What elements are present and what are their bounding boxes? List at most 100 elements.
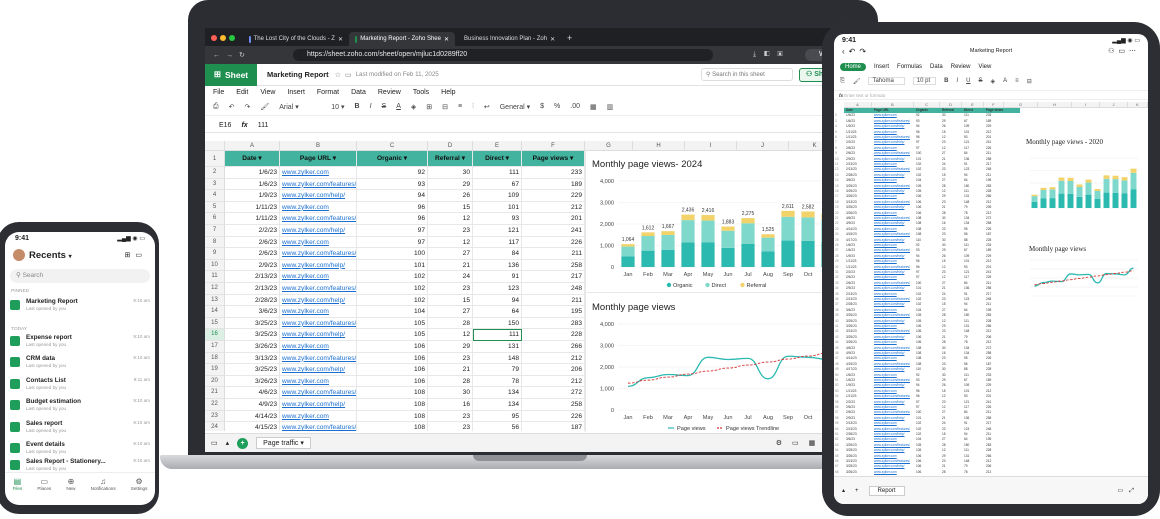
page-url-link[interactable]: www.zylker.com <box>282 169 329 176</box>
table-cell[interactable]: 212 <box>522 375 585 388</box>
bar-segment[interactable] <box>1121 193 1128 209</box>
list-item[interactable]: Expense report Last opened by you 9:10 am <box>10 334 150 356</box>
bar-segment[interactable] <box>801 217 815 241</box>
close-icon[interactable]: ✕ <box>550 36 555 43</box>
paint-format-icon[interactable]: 🖌 <box>260 103 269 111</box>
tab-insert[interactable]: Insert <box>874 64 889 70</box>
bar-chart[interactable]: Monthly page views- 2024 0 1,000 2,000 3,000… <box>586 151 861 291</box>
column-header[interactable]: D <box>428 141 473 151</box>
table-cell[interactable]: 4/9/23 <box>225 399 280 411</box>
row-header[interactable]: 18 <box>205 352 225 365</box>
bar-segment[interactable] <box>661 250 675 267</box>
table-cell[interactable]: 1/6/23 <box>225 167 280 179</box>
table-cell[interactable]: 91 <box>473 271 522 283</box>
row-header[interactable]: 68 <box>835 470 839 475</box>
table-cell[interactable]: 2/28/23 <box>225 294 280 307</box>
page-url-link[interactable]: www.zylker.com/help/ <box>282 401 345 408</box>
back-undo-icon[interactable]: ‹↶↷ <box>842 47 870 56</box>
tab-view[interactable]: View <box>978 64 991 70</box>
page-url-link[interactable]: www.zylker.com/features/ <box>282 320 356 327</box>
tablet-actions-icon[interactable]: ⚇▭⋯ <box>1108 47 1140 55</box>
bar-segment[interactable] <box>1094 199 1101 208</box>
bar-segment[interactable] <box>761 251 775 267</box>
table-cell[interactable]: 212 <box>522 201 585 214</box>
close-icon[interactable]: ✕ <box>338 36 343 43</box>
table-cell[interactable]: www.zylker.com <box>280 410 357 423</box>
nav-places[interactable]: ▭ Places <box>37 477 51 505</box>
column-header[interactable]: B <box>280 141 357 151</box>
table-header-cell[interactable]: Date ▾ <box>225 151 280 167</box>
table-cell[interactable]: 101 <box>473 201 522 214</box>
url-field[interactable]: https://sheet.zoho.com/sheet/open/mjluc1… <box>293 49 713 61</box>
row-header[interactable]: 1 <box>205 151 225 167</box>
row-header[interactable]: 21 <box>205 387 225 399</box>
table-cell[interactable]: 258 <box>522 259 585 272</box>
bar-segment[interactable] <box>621 256 635 267</box>
table-cell[interactable]: 23 <box>428 352 473 365</box>
table-cell[interactable]: 212 <box>522 352 585 365</box>
sheets-menu-icon[interactable]: ▴ <box>842 487 845 494</box>
star-icon[interactable]: ☆ <box>335 71 341 79</box>
borders-icon[interactable]: ⊞ <box>426 103 432 111</box>
page-url-link[interactable]: www.zylker.com <box>282 378 329 385</box>
table-cell[interactable]: 3/26/23 <box>225 375 280 388</box>
page-url-link[interactable]: www.zylker.com/features/ <box>282 250 356 257</box>
table-cell[interactable]: 23 <box>428 422 473 431</box>
list-item[interactable]: Marketing Report Last opened by you 9:10 a… <box>10 298 150 320</box>
strike-icon[interactable]: S <box>382 103 387 110</box>
table-cell[interactable]: 92 <box>357 167 428 179</box>
app-logo[interactable]: ⊞ Sheet <box>205 63 257 86</box>
table-cell[interactable]: 29 <box>428 341 473 353</box>
table-cell[interactable]: 106 <box>916 470 921 475</box>
bar-segment[interactable] <box>1067 177 1074 181</box>
underline-icon[interactable]: U <box>966 78 970 84</box>
page-url-link[interactable]: www.zylker.com/features/ <box>282 181 356 188</box>
table-cell[interactable]: 78 <box>473 375 522 388</box>
table-cell[interactable]: 258 <box>522 399 585 411</box>
table-cell[interactable]: www.zylker.com <box>280 201 357 214</box>
percent-icon[interactable]: % <box>554 103 560 110</box>
table-cell[interactable]: 217 <box>522 271 585 283</box>
table-cell[interactable]: www.zylker.com/features/ <box>280 317 357 330</box>
table-cell[interactable]: 94 <box>357 190 428 202</box>
row-header[interactable]: 8 <box>205 236 225 249</box>
font-color-icon[interactable]: A <box>1003 78 1007 84</box>
table-header-cell[interactable]: Page views ▾ <box>522 151 585 167</box>
table-header-cell[interactable]: Referral ▾ <box>428 151 473 167</box>
table-cell[interactable]: 3/26/23 <box>225 341 280 353</box>
column-header[interactable]: G <box>585 141 633 151</box>
nav-settings[interactable]: ⚙ Settings <box>131 477 148 505</box>
table-cell[interactable]: 2/13/23 <box>225 283 280 295</box>
browser-tab-active[interactable]: Marketing Report - Zoho Shee ✕ <box>349 32 455 46</box>
row-header[interactable]: 17 <box>205 341 225 353</box>
row-header[interactable]: 9 <box>205 248 225 260</box>
row-header[interactable]: 2 <box>205 167 225 179</box>
table-cell[interactable]: 96 <box>357 213 428 225</box>
table-cell[interactable]: 272 <box>522 387 585 399</box>
table-cell[interactable]: 229 <box>522 190 585 202</box>
bar-segment[interactable] <box>761 237 775 252</box>
table-cell[interactable]: 27 <box>428 306 473 318</box>
bar-segment[interactable] <box>1031 196 1038 202</box>
font-select[interactable]: Arial ▾ <box>279 103 321 111</box>
table-cell[interactable]: 226 <box>522 410 585 423</box>
align-icon[interactable]: ≡ <box>1015 78 1019 84</box>
bar-segment[interactable] <box>1121 180 1128 194</box>
row-header[interactable]: 6 <box>205 213 225 225</box>
tablet-view-icon[interactable]: ▭⤢ <box>1118 487 1148 495</box>
table-cell[interactable]: 121 <box>473 225 522 237</box>
bar-segment[interactable] <box>1040 190 1047 199</box>
table-cell[interactable]: 131 <box>473 341 522 353</box>
table-cell[interactable]: 106 <box>357 352 428 365</box>
table-header-cell[interactable]: Organic ▾ <box>357 151 428 167</box>
page-url-link[interactable]: www.zylker.com/features/ <box>282 389 356 396</box>
font-color-icon[interactable]: A <box>396 103 401 110</box>
table-cell[interactable]: 56 <box>473 422 522 431</box>
tab-review[interactable]: Review <box>951 64 971 70</box>
page-url-link[interactable]: www.zylker.com <box>282 273 329 280</box>
table-cell[interactable]: 15 <box>428 201 473 214</box>
merge-icon[interactable]: ⊟ <box>442 103 448 111</box>
column-header[interactable]: H <box>1038 102 1072 108</box>
table-cell[interactable]: 105 <box>357 317 428 330</box>
bar-segment[interactable] <box>1103 178 1110 193</box>
